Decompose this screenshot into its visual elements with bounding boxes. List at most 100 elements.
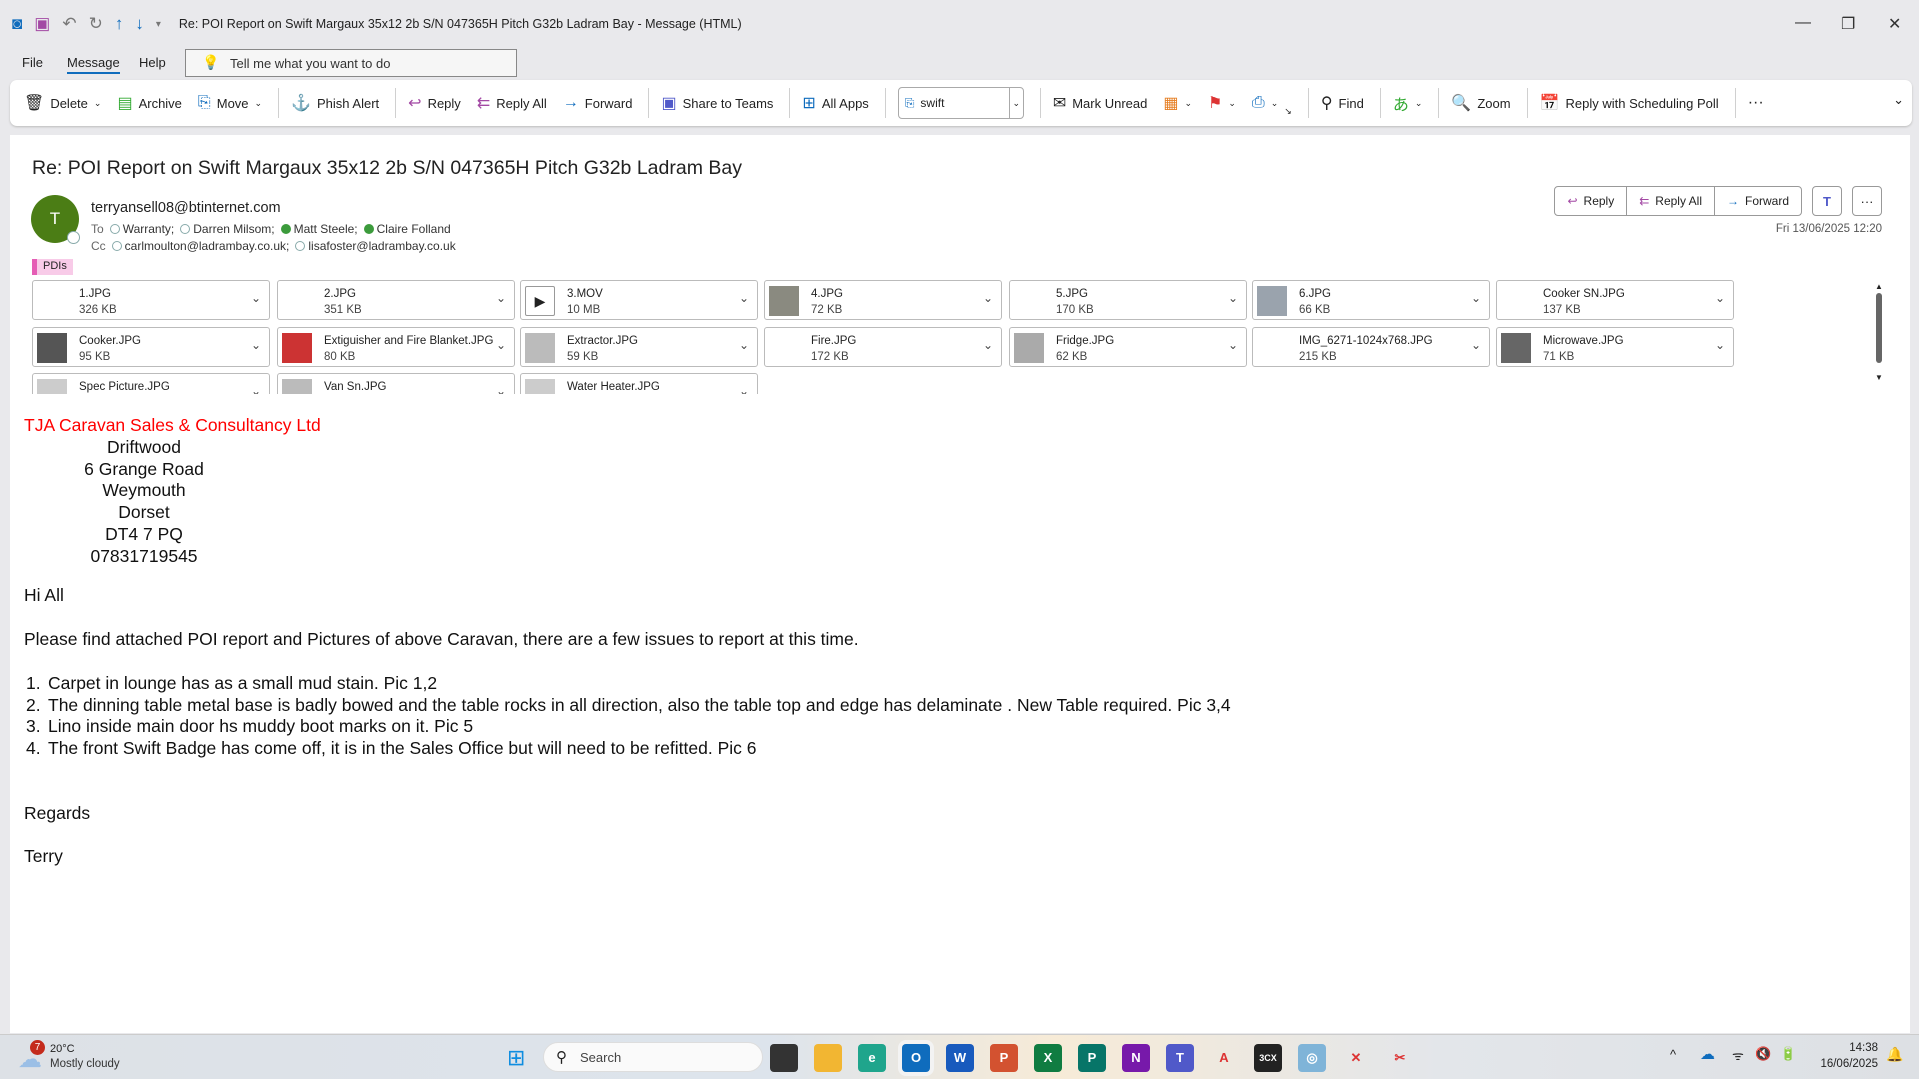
browser-icon[interactable]: ◎ xyxy=(1298,1044,1326,1072)
reply-button[interactable]: ↩ Reply xyxy=(1555,187,1628,215)
quick-steps-box[interactable]: ⎘ swift ⌄ xyxy=(897,87,1024,119)
attachment-item[interactable]: Fridge.JPG 62 KB ⌄ xyxy=(1009,327,1247,367)
save-icon[interactable]: ▣ xyxy=(34,14,50,34)
chevron-down-icon[interactable]: ⌄ xyxy=(983,338,993,352)
chevron-down-icon[interactable]: ⌄ xyxy=(1715,338,1725,352)
reply-button[interactable]: ↩ Reply xyxy=(408,93,461,113)
attachment-item[interactable]: Water Heater.JPG ⌄ xyxy=(520,373,758,394)
excel-icon[interactable]: X xyxy=(1034,1044,1062,1072)
attachment-item[interactable]: IMG_6271-1024x768.JPG 215 KB ⌄ xyxy=(1252,327,1490,367)
attachment-item[interactable]: Cooker SN.JPG 137 KB ⌄ xyxy=(1496,280,1734,320)
sender-address[interactable]: terryansell08@btinternet.com xyxy=(91,200,281,216)
menu-help[interactable]: Help xyxy=(139,55,166,70)
chevron-down-icon[interactable]: ⌄ xyxy=(739,338,749,352)
attachment-item[interactable]: 4.JPG 72 KB ⌄ xyxy=(764,280,1002,320)
attachment-item[interactable]: Van Sn.JPG ⌄ xyxy=(277,373,515,394)
edge-icon[interactable]: e xyxy=(858,1044,886,1072)
publisher-icon[interactable]: P xyxy=(1078,1044,1106,1072)
recipient[interactable]: lisafoster@ladrambay.co.uk xyxy=(308,239,455,253)
chevron-down-icon[interactable]: ⌄ xyxy=(739,384,749,394)
follow-up-button[interactable]: ⚑ ⌄ xyxy=(1208,93,1236,113)
onedrive-icon[interactable]: ☁ xyxy=(1700,1045,1715,1063)
task-view-icon[interactable] xyxy=(770,1044,798,1072)
archive-button[interactable]: ▤ Archive xyxy=(117,93,181,113)
phish-alert-button[interactable]: ⚓ Phish Alert xyxy=(291,93,379,113)
attachment-item[interactable]: 2.JPG 351 KB ⌄ xyxy=(277,280,515,320)
chevron-down-icon[interactable]: ⌄ xyxy=(739,291,749,305)
app-icon[interactable]: ✕ xyxy=(1342,1044,1370,1072)
chevron-down-icon[interactable]: ⌄ xyxy=(496,291,506,305)
more-commands-button[interactable]: ··· xyxy=(1748,94,1764,112)
chevron-down-icon[interactable]: ⌄ xyxy=(251,338,261,352)
3cx-icon[interactable]: 3CX xyxy=(1254,1044,1282,1072)
minimize-button[interactable]: — xyxy=(1795,14,1811,32)
recipient[interactable]: carlmoulton@ladrambay.co.uk; xyxy=(125,239,290,253)
clock-date[interactable]: 16/06/2025 xyxy=(1812,1058,1878,1070)
battery-icon[interactable]: 🔋 xyxy=(1780,1046,1796,1062)
next-item-icon[interactable]: ↓ xyxy=(135,14,144,34)
previous-item-icon[interactable]: ↑ xyxy=(115,14,124,34)
scheduling-poll-button[interactable]: 📅 Reply with Scheduling Poll xyxy=(1540,93,1719,113)
menu-file[interactable]: File xyxy=(22,55,43,70)
onenote-icon[interactable]: N xyxy=(1122,1044,1150,1072)
clock-time[interactable]: 14:38 xyxy=(1812,1042,1878,1054)
notifications-icon[interactable]: 🔔 xyxy=(1886,1046,1903,1063)
attachments-scrollbar[interactable]: ▲ ▼ xyxy=(1873,282,1885,392)
chevron-down-icon[interactable]: ⌄ xyxy=(1228,338,1238,352)
attachment-item[interactable]: Cooker.JPG 95 KB ⌄ xyxy=(32,327,270,367)
attachment-item[interactable]: Microwave.JPG 71 KB ⌄ xyxy=(1496,327,1734,367)
tell-me-search[interactable]: 💡 Tell me what you want to do xyxy=(185,49,517,77)
reply-all-button[interactable]: ⇇ Reply All xyxy=(1627,187,1715,215)
mark-unread-button[interactable]: ✉ Mark Unread xyxy=(1053,93,1148,113)
scroll-thumb[interactable] xyxy=(1876,293,1882,363)
close-button[interactable]: ✕ xyxy=(1888,14,1901,34)
menu-message[interactable]: Message xyxy=(67,55,120,74)
snipping-tool-icon[interactable]: ✂ xyxy=(1386,1044,1414,1072)
taskbar-search[interactable]: ⚲ Search xyxy=(543,1042,763,1072)
chevron-down-icon[interactable]: ⌄ xyxy=(1471,291,1481,305)
customize-toolbar-icon[interactable]: ▾ xyxy=(156,19,161,30)
attachment-item[interactable]: 1.JPG 326 KB ⌄ xyxy=(32,280,270,320)
chevron-down-icon[interactable]: ⌄ xyxy=(1471,338,1481,352)
outlook-icon[interactable]: O xyxy=(902,1044,930,1072)
attachment-item[interactable]: 5.JPG 170 KB ⌄ xyxy=(1009,280,1247,320)
recipient[interactable]: Warranty; xyxy=(123,222,175,236)
attachment-item[interactable]: Extractor.JPG 59 KB ⌄ xyxy=(520,327,758,367)
translate-button[interactable]: あ ⌄ xyxy=(1393,91,1423,115)
volume-muted-icon[interactable]: 🔇 xyxy=(1755,1046,1771,1062)
zoom-button[interactable]: 🔍 Zoom xyxy=(1451,93,1510,113)
chevron-down-icon[interactable]: ⌄ xyxy=(1715,291,1725,305)
show-hidden-icons[interactable]: ^ xyxy=(1670,1047,1676,1062)
forward-button[interactable]: → Forward xyxy=(1715,187,1801,215)
file-explorer-icon[interactable] xyxy=(814,1044,842,1072)
reply-all-button[interactable]: ⇇ Reply All xyxy=(477,93,547,113)
restore-button[interactable]: ❐ xyxy=(1841,14,1855,34)
chevron-down-icon[interactable]: ⌄ xyxy=(983,291,993,305)
find-button[interactable]: ⚲ Find xyxy=(1321,93,1364,113)
move-button[interactable]: ⎘ Move ⌄ xyxy=(198,94,262,112)
attachment-item[interactable]: Spec Picture.JPG ⌄ xyxy=(32,373,270,394)
category-tag[interactable]: PDIs xyxy=(32,259,73,275)
scroll-down-icon[interactable]: ▼ xyxy=(1873,373,1885,382)
collapse-ribbon-icon[interactable]: ⌄ xyxy=(1893,92,1904,108)
dialog-launcher-icon[interactable]: ↘ xyxy=(1284,106,1292,117)
recipient[interactable]: Claire Folland xyxy=(377,222,451,236)
all-apps-button[interactable]: ⊞ All Apps xyxy=(802,93,868,113)
word-icon[interactable]: W xyxy=(946,1044,974,1072)
delete-button[interactable]: 🗑 Delete ⌄ xyxy=(24,93,101,113)
teams-button[interactable]: T xyxy=(1812,186,1842,216)
temperature[interactable]: 20°C xyxy=(50,1043,75,1055)
chevron-down-icon[interactable]: ⌄ xyxy=(496,384,506,394)
wifi-icon[interactable]: ᯤ xyxy=(1732,1046,1744,1064)
attachment-item[interactable]: 6.JPG 66 KB ⌄ xyxy=(1252,280,1490,320)
weather-condition[interactable]: Mostly cloudy xyxy=(50,1058,120,1070)
quick-steps-dropdown[interactable]: ⌄ xyxy=(1008,88,1023,118)
chevron-down-icon[interactable]: ⌄ xyxy=(251,384,261,394)
teams-icon[interactable]: T xyxy=(1166,1044,1194,1072)
forward-button[interactable]: → Forward xyxy=(563,94,633,112)
acrobat-icon[interactable]: A xyxy=(1210,1044,1238,1072)
attachment-item[interactable]: ▶ 3.MOV 10 MB ⌄ xyxy=(520,280,758,320)
recipient[interactable]: Matt Steele; xyxy=(294,222,358,236)
chevron-down-icon[interactable]: ⌄ xyxy=(251,291,261,305)
rules-button[interactable]: ⎙ ⌄ ↘ xyxy=(1252,90,1292,117)
